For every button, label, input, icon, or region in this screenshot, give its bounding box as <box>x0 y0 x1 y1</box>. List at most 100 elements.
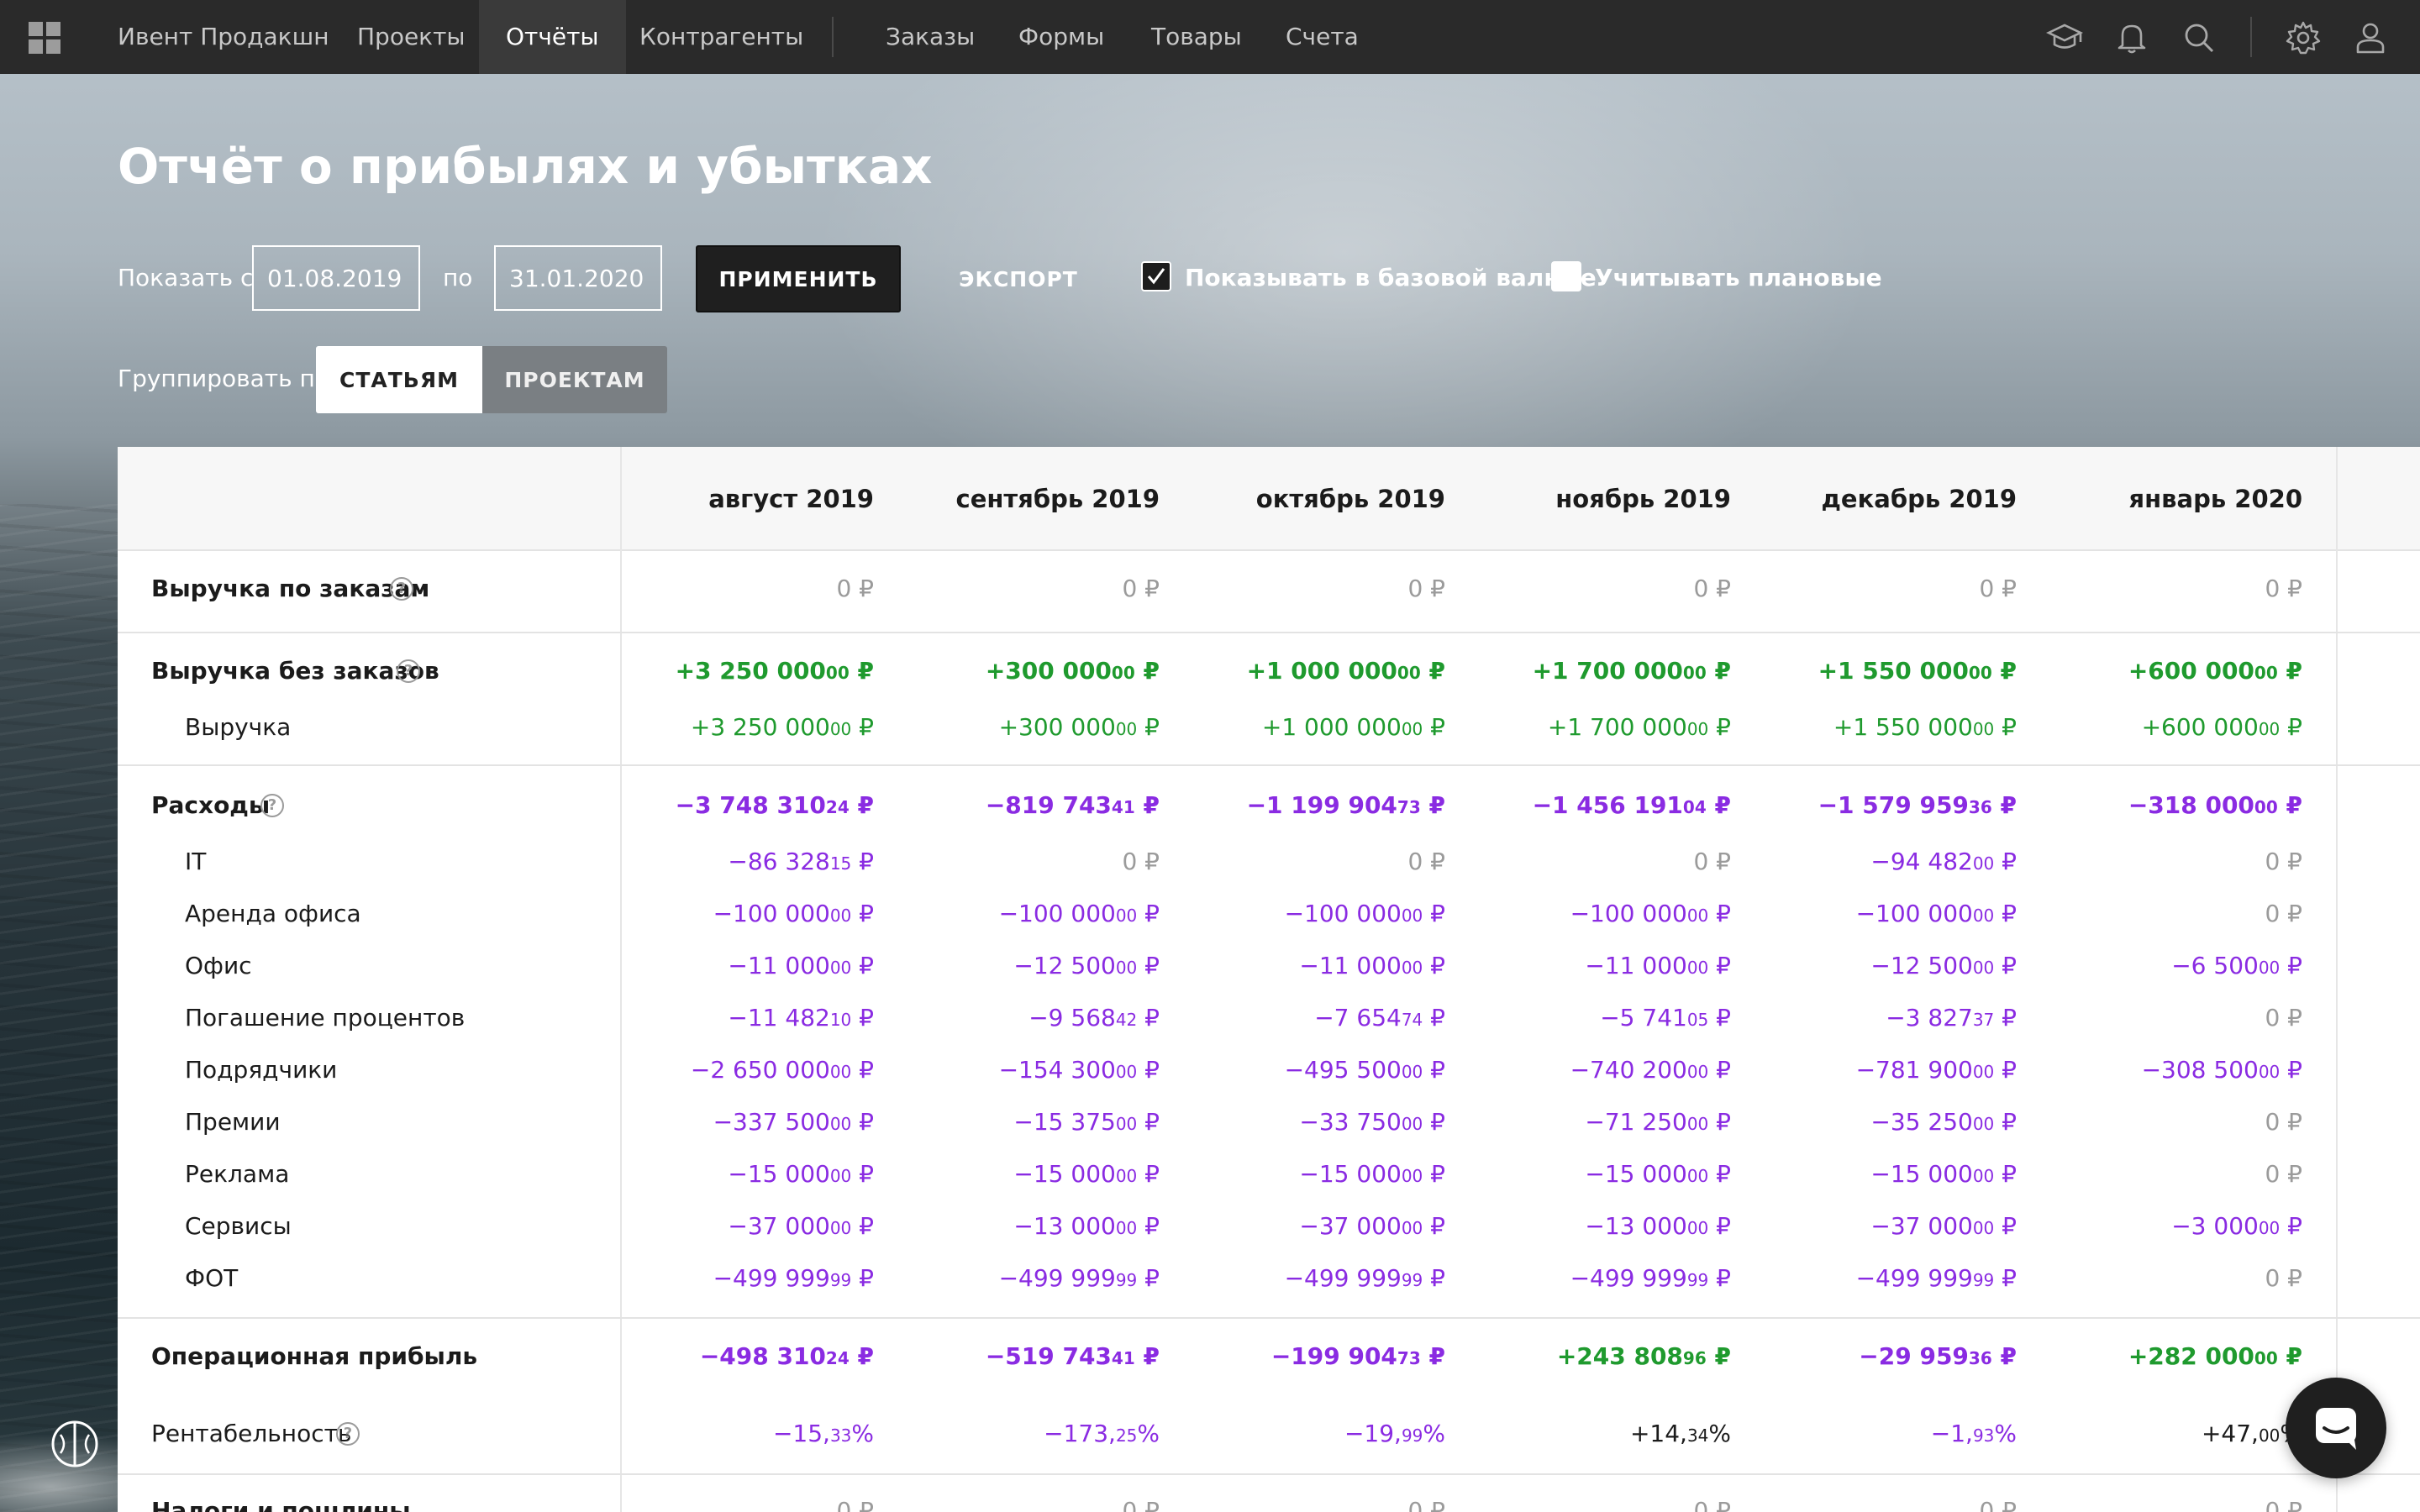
cell-amount: +600 000 <box>2128 657 2254 685</box>
table-cell: +47,00% <box>2050 1420 2302 1447</box>
cell-fraction: 00 <box>1686 1218 1709 1238</box>
base-currency-label[interactable]: Показывать в базовой валюте <box>1185 264 1597 291</box>
cell-amount: −499 999 <box>1284 1264 1402 1292</box>
cell-fraction: 15 <box>829 853 852 874</box>
cell-amount: −5 741 <box>1600 1004 1687 1032</box>
cell-fraction: 00 <box>1686 1166 1709 1186</box>
table-cell: −740 20000 ₽ <box>1479 1056 1731 1084</box>
cell-unit: ₽ <box>851 1160 874 1188</box>
table-cell: 0 ₽ <box>1479 575 1731 602</box>
cell-unit: ₽ <box>2277 657 2303 685</box>
cell-amount: +3 250 000 <box>690 713 830 741</box>
cell-fraction: 00 <box>2258 719 2281 739</box>
group-by-articles-button[interactable]: СТАТЬЯМ <box>316 346 482 413</box>
cell-amount: −15 000 <box>728 1160 830 1188</box>
base-currency-checkbox[interactable] <box>1141 261 1171 291</box>
cell-amount: +1 550 000 <box>1818 657 1969 685</box>
cell-unit: ₽ <box>1994 952 2017 979</box>
cell-amount: −9 568 <box>1028 1004 1116 1032</box>
cell-unit: ₽ <box>1708 1056 1731 1084</box>
help-icon[interactable]: ? <box>390 577 413 601</box>
cell-unit: ₽ <box>1991 1342 2018 1370</box>
cell-fraction: 99 <box>1686 1270 1709 1290</box>
row-label-expenses[interactable]: Расходы <box>151 791 270 819</box>
help-icon[interactable]: ? <box>260 794 284 817</box>
cell-amount: −337 500 <box>713 1108 830 1136</box>
cell-unit: ₽ <box>1137 952 1160 979</box>
cell-fraction: 00 <box>825 663 850 683</box>
cell-amount: −499 999 <box>1570 1264 1687 1292</box>
nav-item-reports[interactable]: Отчёты <box>479 0 626 74</box>
nav-item-products[interactable]: Товары <box>1124 0 1269 74</box>
cell-fraction: 25 <box>1115 1425 1138 1446</box>
table-cell: −11 00000 ₽ <box>1193 952 1445 979</box>
table-cell: +3 250 00000 ₽ <box>622 713 874 741</box>
nav-item-forms[interactable]: Формы <box>992 0 1131 74</box>
nav-item-counterparties[interactable]: Контрагенты <box>613 0 830 74</box>
table-cell: −100 00000 ₽ <box>1479 900 1731 927</box>
cell-amount: −154 300 <box>998 1056 1116 1084</box>
table-cell: 0 ₽ <box>2050 900 2302 927</box>
table-cell: −499 99999 ₽ <box>622 1264 874 1292</box>
table-cell: −100 00000 ₽ <box>1193 900 1445 927</box>
export-button[interactable]: ЭКСПОРТ <box>941 245 1096 312</box>
gear-icon[interactable] <box>2284 18 2323 57</box>
planned-checkbox[interactable] <box>1551 261 1581 291</box>
month-header: август 2019 <box>708 485 874 513</box>
nav-divider <box>832 17 834 57</box>
group-by-projects-button[interactable]: ПРОЕКТАМ <box>482 346 667 413</box>
table-cell: +300 00000 ₽ <box>908 657 1160 685</box>
cell-unit: ₽ <box>851 952 874 979</box>
right-column-divider <box>2336 447 2338 1512</box>
table-cell: 0 ₽ <box>1193 1497 1445 1512</box>
table-cell: −154 30000 ₽ <box>908 1056 1160 1084</box>
month-header: сентябрь 2019 <box>955 485 1160 513</box>
nav-item-projects[interactable]: Проекты <box>330 0 492 74</box>
graduation-cap-icon[interactable] <box>2045 18 2084 57</box>
chat-support-button[interactable] <box>2286 1378 2386 1478</box>
table-cell: −86 32815 ₽ <box>622 848 874 875</box>
user-icon[interactable] <box>2351 18 2390 57</box>
table-cell: 0 ₽ <box>1193 848 1445 875</box>
table-cell: −199 90473 ₽ <box>1193 1342 1445 1370</box>
cell-unit: ₽ <box>851 1004 874 1032</box>
cell-fraction: 00 <box>2258 1425 2281 1446</box>
date-to-input[interactable] <box>494 245 662 311</box>
cell-amount: +300 000 <box>985 657 1112 685</box>
row-label-expense-item: Сервисы <box>185 1212 292 1240</box>
cell-amount: +1 550 000 <box>1833 713 1973 741</box>
cell-fraction: 00 <box>1686 1062 1709 1082</box>
cell-fraction: 00 <box>2254 663 2278 683</box>
table-cell: −499 99999 ₽ <box>1193 1264 1445 1292</box>
cell-amount: −3 748 310 <box>675 791 826 819</box>
nav-item-invoices[interactable]: Счета <box>1259 0 1386 74</box>
table-cell: +1 700 00000 ₽ <box>1479 713 1731 741</box>
cell-fraction: 05 <box>1686 1010 1709 1030</box>
cell-amount: 0 ₽ <box>1122 848 1160 875</box>
table-cell: −37 00000 ₽ <box>1193 1212 1445 1240</box>
nav-item-orders[interactable]: Заказы <box>859 0 1002 74</box>
cell-unit: ₽ <box>2277 1342 2303 1370</box>
cell-amount: −71 250 <box>1585 1108 1687 1136</box>
cell-unit: ₽ <box>1708 952 1731 979</box>
nav-item-event-production[interactable]: Ивент Продакшн <box>91 0 356 74</box>
table-cell: 0 ₽ <box>2050 575 2302 602</box>
cell-unit: ₽ <box>1420 1342 1446 1370</box>
help-icon[interactable]: ? <box>336 1422 360 1446</box>
search-icon[interactable] <box>2180 18 2218 57</box>
table-cell: 0 ₽ <box>622 1497 874 1512</box>
cell-amount: 0 ₽ <box>1407 1497 1445 1512</box>
cell-amount: −495 500 <box>1284 1056 1402 1084</box>
cell-fraction: 00 <box>1401 906 1423 926</box>
apps-grid-icon[interactable] <box>29 22 60 54</box>
table-cell: +600 00000 ₽ <box>2050 713 2302 741</box>
planned-label[interactable]: Учитывать плановые <box>1595 264 1882 291</box>
cell-unit: ₽ <box>1994 1264 2017 1292</box>
cell-amount: −15, <box>772 1420 830 1447</box>
cell-amount: 0 ₽ <box>1693 848 1731 875</box>
help-icon[interactable]: ? <box>397 659 420 683</box>
apply-button[interactable]: ПРИМЕНИТЬ <box>696 245 901 312</box>
bell-icon[interactable] <box>2112 18 2151 57</box>
table-cell: −100 00000 ₽ <box>908 900 1160 927</box>
date-from-input[interactable] <box>252 245 420 311</box>
